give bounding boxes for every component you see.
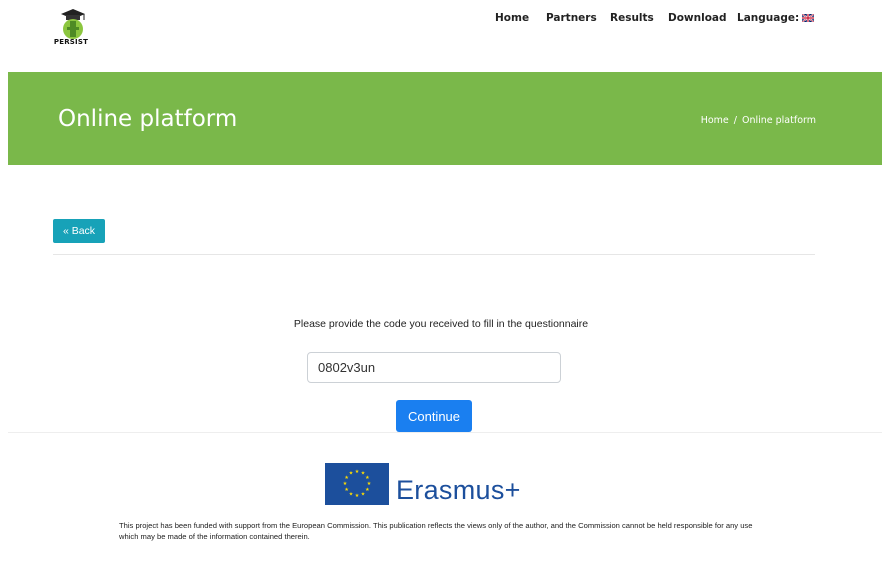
svg-text:★: ★ (343, 481, 348, 487)
erasmus-logo-text: Erasmus+ (396, 475, 521, 505)
breadcrumb-home[interactable]: Home (701, 115, 729, 126)
svg-text:★: ★ (349, 491, 354, 497)
nav-home[interactable]: Home (495, 12, 529, 24)
divider (8, 432, 882, 433)
nav-language[interactable]: Language: (737, 12, 815, 24)
breadcrumb-current: Online platform (741, 115, 816, 126)
nav-partners[interactable]: Partners (546, 12, 597, 24)
page-title: Online platform (58, 106, 238, 132)
svg-text:★: ★ (355, 493, 360, 499)
funding-disclaimer: This project has been funded with suppor… (119, 521, 753, 541)
breadcrumb: Home / Online platform (701, 115, 816, 126)
code-input[interactable] (307, 352, 561, 383)
logo-text: PERSIST (53, 38, 89, 46)
breadcrumb-separator: / (733, 115, 737, 126)
svg-text:★: ★ (349, 471, 354, 477)
back-button[interactable]: « Back (53, 219, 105, 243)
svg-text:★: ★ (355, 469, 360, 475)
divider (53, 254, 815, 255)
nav-results[interactable]: Results (610, 12, 654, 24)
nav-language-label: Language: (737, 12, 800, 24)
page-banner: Online platform Home / Online platform (8, 72, 882, 165)
svg-text:★: ★ (361, 491, 366, 497)
svg-text:★: ★ (365, 487, 370, 493)
code-prompt: Please provide the code you received to … (293, 318, 589, 330)
uk-flag-icon (802, 14, 815, 22)
eu-flag-icon: ★ ★ ★ ★ ★ ★ ★ ★ ★ ★ ★ ★ (325, 463, 389, 505)
continue-button[interactable]: Continue (396, 400, 472, 432)
svg-text:★: ★ (344, 487, 349, 493)
nav-download[interactable]: Download (668, 12, 727, 24)
